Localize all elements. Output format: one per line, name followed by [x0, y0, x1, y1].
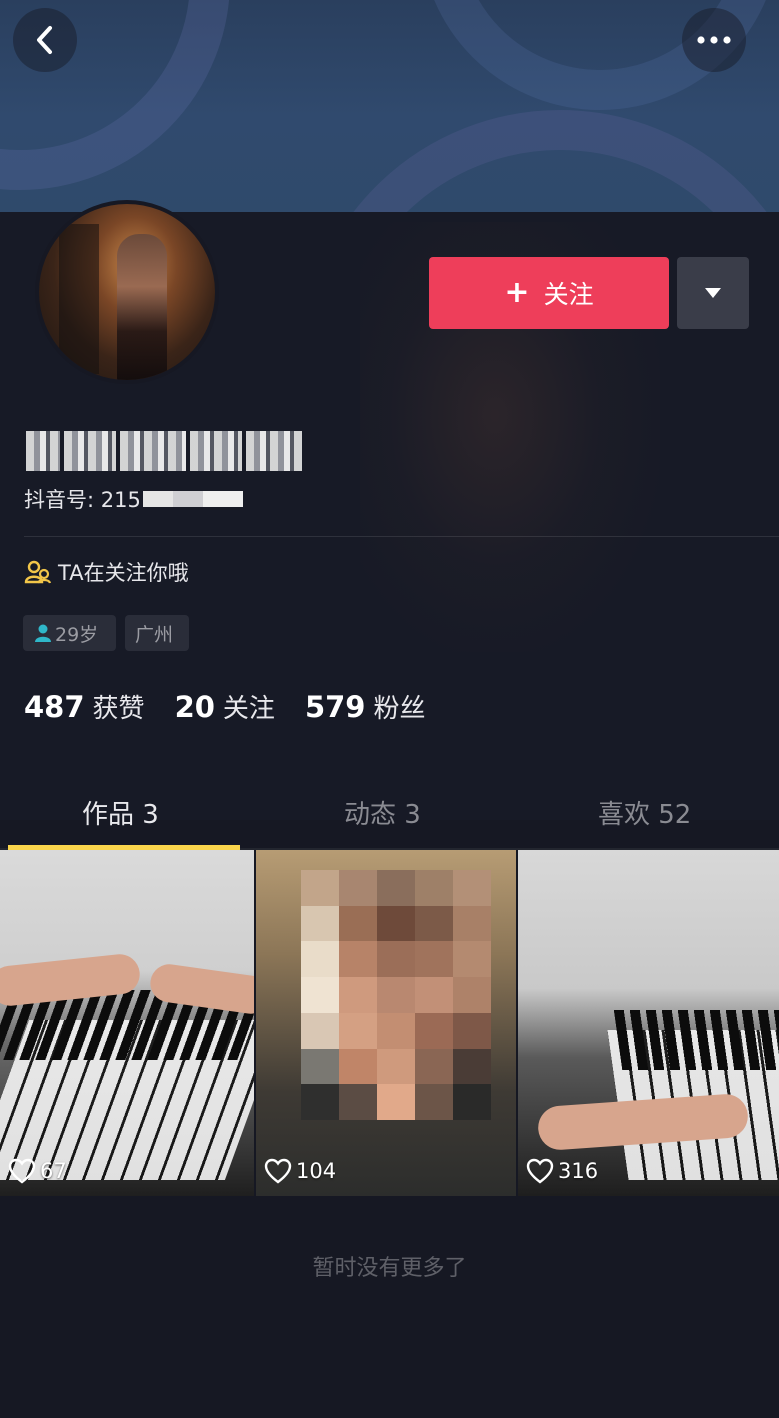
- likes-stat[interactable]: 487 获赞: [24, 688, 145, 725]
- likes-label: 获赞: [92, 694, 145, 724]
- followers-label: 粉丝: [373, 694, 426, 724]
- follow-button-label: 关注: [543, 280, 594, 309]
- end-of-list-text: 暂时没有更多了: [312, 1256, 467, 1281]
- chevron-left-icon: [37, 26, 52, 54]
- age-text: 29岁: [55, 623, 99, 646]
- video-grid: 67 104 316: [0, 850, 779, 1196]
- follow-button[interactable]: + 关注: [429, 257, 669, 329]
- triangle-down-icon: [705, 288, 721, 298]
- tab-works[interactable]: 作品 3: [82, 794, 159, 831]
- video-thumbnail[interactable]: 104: [256, 850, 516, 1196]
- profile-stats: 487 获赞 20 关注 579 粉丝: [24, 688, 456, 725]
- video-thumbnail[interactable]: 316: [518, 850, 779, 1196]
- following-stat[interactable]: 20 关注: [175, 688, 275, 725]
- followers-count: 579: [304, 690, 366, 724]
- tab-posts[interactable]: 动态 3: [344, 794, 421, 831]
- plus-icon: +: [504, 275, 530, 310]
- content-tabs: 作品 3 动态 3 喜欢 52: [0, 786, 779, 850]
- video-likes: 104: [264, 1158, 336, 1184]
- city-text: 广州: [135, 623, 174, 646]
- video-likes-count: 67: [40, 1159, 67, 1183]
- avatar[interactable]: [35, 200, 219, 384]
- age-tag: 29岁: [23, 615, 116, 651]
- heart-icon: [264, 1158, 292, 1184]
- likes-count: 487: [24, 690, 85, 724]
- following-count: 20: [174, 690, 215, 724]
- video-likes: 316: [526, 1158, 598, 1184]
- city-tag: 广州: [125, 615, 189, 651]
- heart-icon: [526, 1158, 554, 1184]
- pixelated-face: [301, 870, 491, 1120]
- video-likes-count: 104: [296, 1159, 337, 1183]
- tab-liked[interactable]: 喜欢 52: [598, 794, 691, 831]
- followers-stat[interactable]: 579 粉丝: [305, 688, 426, 725]
- douyin-id: 抖音号: 215: [24, 484, 243, 514]
- more-options-button[interactable]: [682, 8, 746, 72]
- douyin-id-text: 抖音号: 215: [24, 488, 141, 512]
- divider: [24, 536, 779, 537]
- more-horizontal-icon: [697, 36, 731, 44]
- profile-banner: [0, 0, 779, 212]
- users-icon: [24, 560, 52, 584]
- recommend-dropdown-button[interactable]: [677, 257, 749, 329]
- following-label: 关注: [222, 694, 275, 724]
- follows-you-note: TA在关注你哦: [24, 557, 189, 587]
- douyin-id-redacted: [142, 491, 243, 507]
- video-likes: 67: [8, 1158, 67, 1184]
- back-button[interactable]: [13, 8, 77, 72]
- video-likes-count: 316: [558, 1159, 599, 1183]
- person-icon: [35, 624, 51, 642]
- heart-icon: [8, 1158, 36, 1184]
- nickname-redacted: [26, 428, 316, 474]
- follows-you-text: TA在关注你哦: [58, 561, 189, 585]
- video-thumbnail[interactable]: 67: [0, 850, 254, 1196]
